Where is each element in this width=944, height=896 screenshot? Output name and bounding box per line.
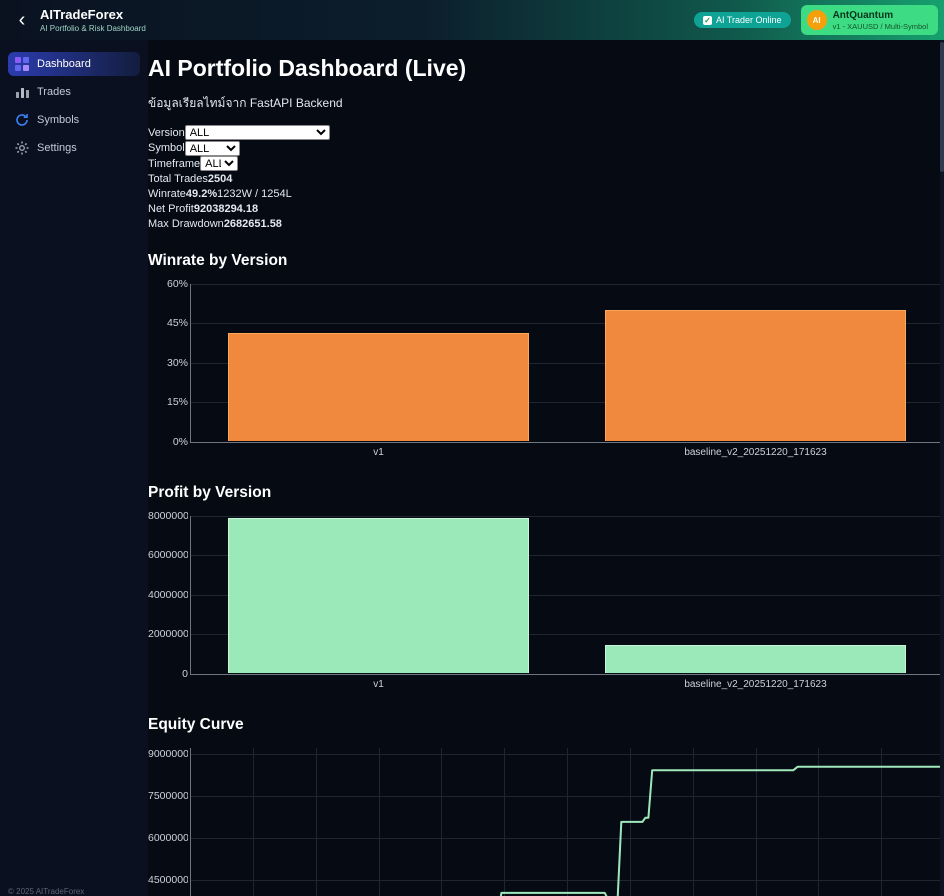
section-title-profit: Profit by Version [148, 483, 944, 502]
bar [605, 310, 907, 442]
equity-line [190, 748, 944, 896]
main-content: AI Portfolio Dashboard (Live) ข้อมูลเรีย… [148, 40, 944, 896]
stat-value: 49.2% [186, 188, 217, 200]
y-tick-label: 20000000 [148, 628, 188, 640]
x-tick-label: v1 [190, 679, 567, 690]
dashboard-grid-icon [15, 57, 29, 71]
bar [228, 518, 530, 673]
profit-by-version-chart: 020000000400000006000000080000000v1basel… [148, 516, 944, 696]
stat-label: Winrate [148, 188, 186, 200]
sidebar-item-settings[interactable]: Settings [8, 136, 140, 160]
back-icon: ‹ [19, 9, 26, 31]
stat-value: 2682651.58 [224, 218, 282, 230]
filter-version: Version ALL [148, 125, 944, 141]
gridline [190, 516, 944, 517]
y-tick-label: 45% [148, 317, 188, 329]
app-header: ‹ AITradeForex AI Portfolio & Risk Dashb… [0, 0, 944, 40]
back-button[interactable]: ‹ [10, 10, 34, 30]
filter-version-label: Version [148, 127, 185, 139]
avatar: AI [807, 10, 827, 30]
sidebar-item-symbols[interactable]: Symbols [8, 108, 140, 132]
gear-icon [15, 141, 29, 155]
account-card[interactable]: AI AntQuantum v1 - XAUUSD / Multi-Symbol [801, 5, 938, 35]
stat-label: Total Trades [148, 173, 208, 185]
sidebar-item-dashboard[interactable]: Dashboard [8, 52, 140, 76]
x-tick-label: baseline_v2_20251220_171623 [567, 447, 944, 458]
y-tick-label: 0% [148, 436, 188, 448]
stat-value: 2504 [208, 173, 232, 185]
scrollbar-track [940, 40, 944, 896]
y-tick-label: 90000000 [148, 748, 188, 760]
app-body: Dashboard Trades Symbols [0, 40, 944, 896]
stat-extra: 1232W / 1254L [217, 188, 292, 200]
y-tick-label: 45000000 [148, 874, 188, 886]
account-text: AntQuantum v1 - XAUUSD / Multi-Symbol [833, 10, 928, 31]
y-axis-line [190, 516, 191, 674]
section-title-equity: Equity Curve [148, 715, 944, 734]
stat-net-profit: Net Profit92038294.18 [148, 202, 944, 217]
timeframe-select[interactable]: ALL [200, 156, 238, 171]
stat-value: 92038294.18 [194, 203, 258, 215]
symbols-sync-icon [15, 113, 29, 127]
sidebar-item-label: Trades [37, 86, 71, 98]
filter-timeframe-label: Timeframe [148, 158, 200, 170]
stat-winrate: Winrate49.2%1232W / 1254L [148, 187, 944, 202]
y-tick-label: 75000000 [148, 790, 188, 802]
sidebar: Dashboard Trades Symbols [0, 40, 148, 896]
y-tick-label: 80000000 [148, 510, 188, 522]
y-tick-label: 60000000 [148, 832, 188, 844]
y-tick-label: 15% [148, 396, 188, 408]
equity-curve-chart: 45000000 60000000 75000000 90000000 [148, 748, 944, 896]
y-axis-line [190, 284, 191, 442]
filter-timeframe: Timeframe ALL [148, 156, 944, 172]
stat-label: Max Drawdown [148, 218, 224, 230]
stats-block: Total Trades2504 Winrate49.2%1232W / 125… [148, 172, 944, 232]
page-subtitle: ข้อมูลเรียลไทม์จาก FastAPI Backend [148, 94, 944, 113]
x-axis-line [190, 674, 944, 675]
sidebar-item-label: Symbols [37, 114, 79, 126]
stat-label: Net Profit [148, 203, 194, 215]
y-tick-label: 0 [148, 668, 188, 680]
symbol-select[interactable]: ALL [185, 141, 240, 156]
filters: Version ALL Symbol ALL Timeframe ALL [148, 125, 944, 172]
winrate-by-version-chart: 0%15%30%45%60%v1baseline_v2_20251220_171… [148, 284, 944, 464]
sidebar-footer: © 2025 AITradeForex [8, 887, 84, 896]
bar [605, 645, 907, 673]
y-tick-label: 60000000 [148, 549, 188, 561]
x-tick-label: baseline_v2_20251220_171623 [567, 679, 944, 690]
scrollbar-thumb[interactable] [940, 42, 944, 172]
page-title: AI Portfolio Dashboard (Live) [148, 54, 944, 82]
x-tick-label: v1 [190, 447, 567, 458]
sidebar-item-label: Dashboard [37, 58, 91, 70]
check-icon: ✓ [703, 16, 712, 25]
x-axis-line [190, 442, 944, 443]
status-badge[interactable]: ✓ AI Trader Online [694, 12, 791, 28]
version-select[interactable]: ALL [185, 125, 330, 140]
trades-chart-icon [15, 85, 29, 99]
filter-symbol-label: Symbol [148, 142, 185, 154]
app-subtitle: AI Portfolio & Risk Dashboard [40, 24, 146, 33]
status-badge-label: AI Trader Online [716, 15, 782, 25]
account-name: AntQuantum [833, 10, 928, 21]
stat-max-drawdown: Max Drawdown2682651.58 [148, 217, 944, 232]
bar [228, 333, 530, 441]
section-title-winrate: Winrate by Version [148, 251, 944, 270]
sidebar-item-label: Settings [37, 142, 77, 154]
gridline [190, 284, 944, 285]
y-tick-label: 40000000 [148, 589, 188, 601]
stat-total-trades: Total Trades2504 [148, 172, 944, 187]
app-title: AITradeForex [40, 7, 146, 22]
y-tick-label: 30% [148, 357, 188, 369]
app-title-block: AITradeForex AI Portfolio & Risk Dashboa… [40, 7, 146, 33]
y-tick-label: 60% [148, 278, 188, 290]
account-detail: v1 - XAUUSD / Multi-Symbol [833, 22, 928, 31]
filter-symbol: Symbol ALL [148, 141, 944, 157]
sidebar-item-trades[interactable]: Trades [8, 80, 140, 104]
